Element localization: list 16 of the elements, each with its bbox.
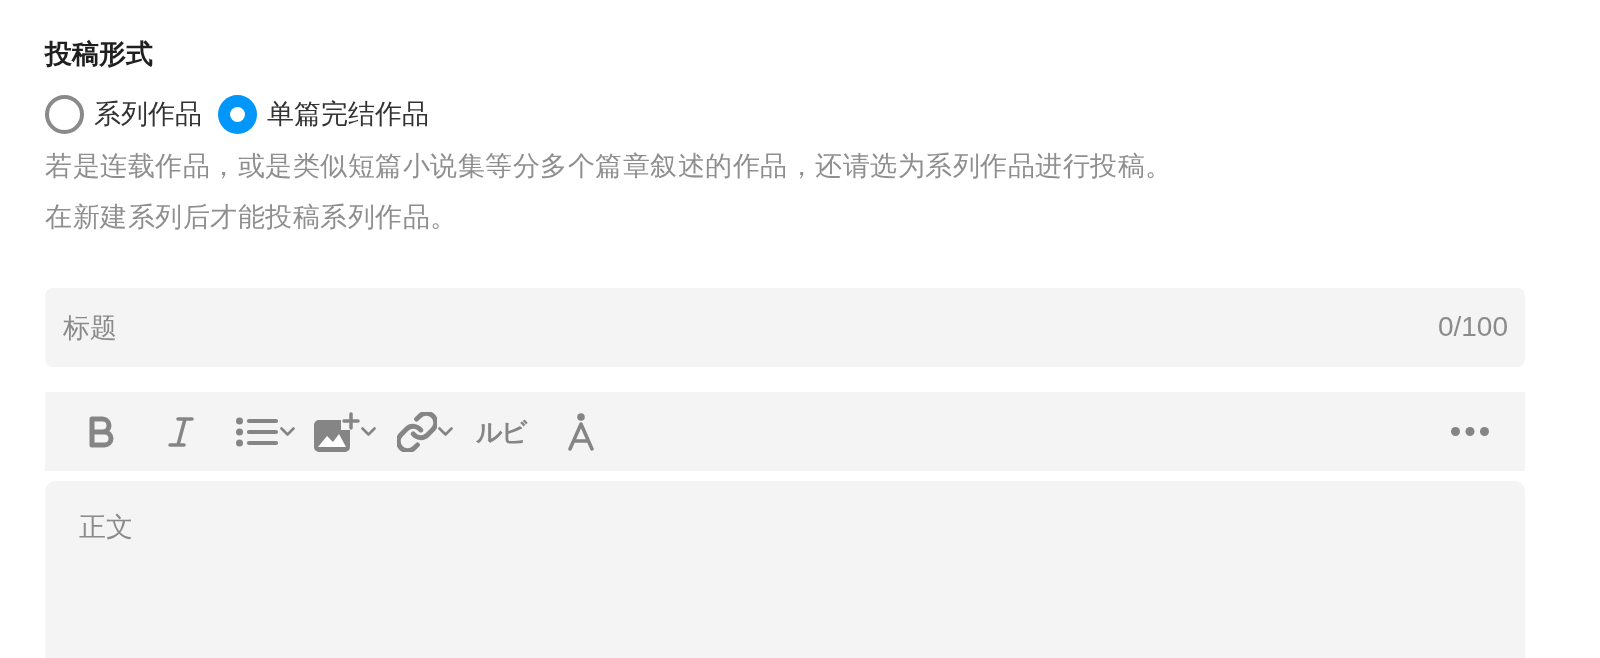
help-text: 若是连载作品，或是类似短篇小说集等分多个篇章叙述的作品，还请选为系列作品进行投稿。 — [45, 149, 1173, 183]
italic-icon — [168, 415, 194, 448]
section-heading: 投稿形式 — [45, 37, 153, 71]
radio-button[interactable] — [45, 94, 84, 134]
emphasis-dot-icon — [567, 412, 595, 451]
bold-icon — [87, 415, 115, 448]
radio-label[interactable]: 单篇完结作品 — [267, 96, 429, 132]
more-icon — [1451, 427, 1489, 436]
radio-label[interactable]: 系列作品 — [94, 96, 202, 132]
body-field[interactable]: 正文 — [45, 481, 1525, 658]
radio-button[interactable] — [218, 94, 257, 134]
help-text: 在新建系列后才能投稿系列作品。 — [45, 200, 458, 234]
image-add-icon — [314, 411, 360, 452]
link-icon — [397, 411, 437, 452]
list-icon — [235, 416, 279, 447]
character-counter: 0/100 — [1437, 310, 1508, 344]
